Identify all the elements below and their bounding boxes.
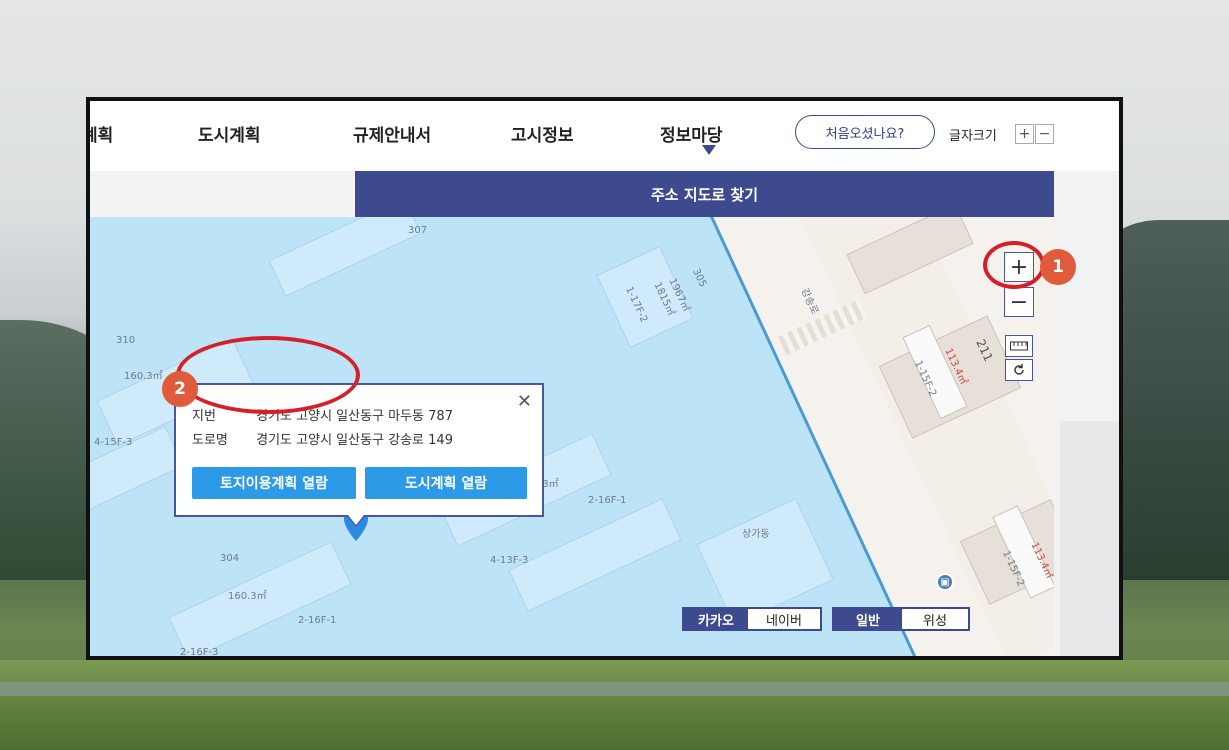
map-label: 2-16F-3	[180, 647, 219, 658]
map-label: 310	[116, 335, 136, 346]
ruler-icon[interactable]	[1005, 335, 1033, 357]
side-decoration	[1060, 421, 1119, 656]
map-provider-toggle: 카카오 네이버	[682, 607, 822, 631]
nav-item-info-square[interactable]: 정보마당	[660, 121, 723, 146]
nav-item-plan[interactable]: 계획	[90, 121, 113, 146]
nav-item-regulation-guide[interactable]: 규제안내서	[353, 121, 431, 146]
map-provider-kakao[interactable]: 카카오	[684, 609, 748, 629]
nav-item-notice-info[interactable]: 고시정보	[511, 121, 574, 146]
map-label-shopping: 상가동	[742, 529, 770, 540]
zoom-out-button[interactable]: −	[1004, 287, 1034, 317]
background-rice-field	[0, 660, 1229, 750]
map-label: 307	[408, 225, 428, 236]
annotation-circle-zoom	[983, 241, 1045, 289]
popup-close-icon[interactable]: ✕	[517, 393, 532, 411]
reset-icon[interactable]	[1005, 359, 1033, 381]
map-label: 160.3㎡	[124, 371, 163, 382]
background-water	[0, 682, 1229, 696]
right-side-panel	[1054, 171, 1119, 656]
top-navigation: 계획 도시계획 규제안내서 고시정보 정보마당 처음오셨나요? 글자크기 + −	[90, 101, 1119, 171]
annotation-badge-2: 2	[162, 371, 198, 407]
map-label: 160.3㎡	[228, 591, 267, 602]
map-type-toggle: 일반 위성	[832, 607, 970, 631]
road-address: 경기도 고양시 일산동구 강송로 149	[256, 433, 453, 448]
map-label: 304	[220, 553, 240, 564]
map-label-road-name: 강송로	[798, 286, 821, 317]
first-time-button[interactable]: 처음오셨나요?	[795, 115, 935, 149]
nav-item-city-plan[interactable]: 도시계획	[198, 121, 261, 146]
map-label: 4-15F-3	[94, 437, 133, 448]
font-increase-button[interactable]: +	[1015, 124, 1034, 144]
map-label: 2-16F-1	[588, 495, 627, 506]
annotation-circle-land-use	[176, 336, 360, 414]
tab-address-map-search[interactable]: 주소 지도로 찾기	[355, 171, 1054, 217]
font-size-label: 글자크기	[949, 129, 997, 144]
annotation-badge-1: 1	[1040, 249, 1076, 285]
bus-stop-icon[interactable]: ▣	[936, 573, 954, 591]
road-address-label: 도로명	[192, 433, 228, 448]
map-type-normal[interactable]: 일반	[834, 609, 902, 629]
map-provider-naver[interactable]: 네이버	[748, 609, 820, 629]
land-use-plan-button[interactable]: 토지이용계획 열람	[192, 467, 356, 499]
map-label: 2-16F-1	[298, 615, 337, 626]
font-decrease-button[interactable]: −	[1035, 124, 1054, 144]
map-type-satellite[interactable]: 위성	[902, 609, 968, 629]
map-label: 4-13F-3	[490, 555, 529, 566]
city-plan-view-button[interactable]: 도시계획 열람	[365, 467, 527, 499]
map-view[interactable]: 307 305 1967㎡ 1815㎡ 1-17F-2 310 160.3㎡ 4…	[90, 217, 1054, 658]
popup-road-row: 도로명 경기도 고양시 일산동구 강송로 149	[192, 429, 453, 448]
tab-bar: 주소 지도로 찾기	[90, 171, 1054, 217]
